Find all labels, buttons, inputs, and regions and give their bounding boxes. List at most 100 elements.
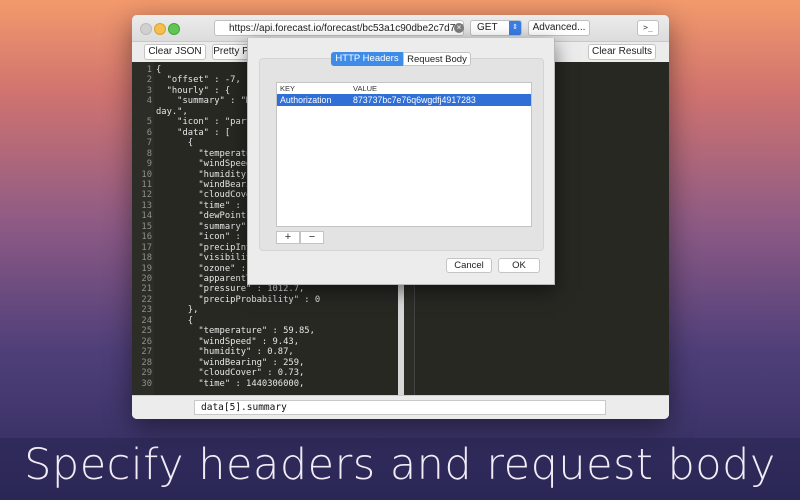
line-text: }, <box>156 305 199 316</box>
line-number: 10 <box>141 169 152 180</box>
line-number: 25 <box>141 326 152 337</box>
line-number: 15 <box>141 221 152 232</box>
line-number: 17 <box>141 242 152 253</box>
line-text: "offset" : -7, <box>156 75 241 86</box>
code-line: 22 "precipProbability" : 0 <box>132 295 398 305</box>
line-text: "humidity" : 0.87, <box>156 347 294 358</box>
headers-sheet: KEY VALUE Authorization 873737bc7e76q6wg… <box>247 38 555 285</box>
chevron-updown-icon: ⇕ <box>509 21 521 35</box>
line-text: "summary" <box>156 221 247 232</box>
terminal-button[interactable]: >_ <box>637 20 659 36</box>
line-text: "ozone" : <box>156 263 247 274</box>
line-number: 20 <box>141 274 152 284</box>
line-number: 21 <box>141 284 152 295</box>
pretty-print-button[interactable]: Pretty P <box>212 44 250 60</box>
code-line: 29 "cloudCover" : 0.73, <box>132 368 398 378</box>
sheet-panel: KEY VALUE Authorization 873737bc7e76q6wg… <box>259 58 544 251</box>
col-value: VALUE <box>353 84 378 93</box>
line-number: 27 <box>141 347 152 358</box>
line-number: 28 <box>141 357 152 368</box>
line-number: 14 <box>141 211 152 222</box>
line-text: "time" : 1 <box>156 200 252 211</box>
line-number: 7 <box>146 138 152 149</box>
code-line: 24 { <box>132 316 398 326</box>
line-text: "cloudCove <box>156 190 252 201</box>
row-value[interactable]: 873737bc7e76q6wgdfj4917283 <box>353 94 476 106</box>
cancel-button[interactable]: Cancel <box>446 258 492 273</box>
method-value: GET <box>477 22 498 33</box>
tagline: Specify headers and request body <box>24 440 776 490</box>
line-number: 22 <box>141 294 152 305</box>
line-number: 3 <box>146 85 152 96</box>
line-number: 29 <box>141 368 152 379</box>
line-number: 2 <box>146 75 152 86</box>
line-text: "precipProbability" : 0 <box>156 294 321 305</box>
line-number: 30 <box>141 378 152 389</box>
query-input[interactable]: data[5].summary <box>194 400 606 415</box>
clear-url-icon[interactable]: × <box>454 23 464 33</box>
line-number: 5 <box>146 117 152 128</box>
tab-http-headers[interactable]: HTTP Headers <box>331 52 403 66</box>
line-number: 26 <box>141 336 152 347</box>
line-text: { <box>156 315 194 326</box>
headers-table[interactable]: KEY VALUE Authorization 873737bc7e76q6wg… <box>276 82 532 227</box>
line-number: 9 <box>146 159 152 170</box>
minimize-window-button[interactable] <box>154 23 166 35</box>
clear-results-button[interactable]: Clear Results <box>588 44 656 60</box>
line-text: "precipInt <box>156 242 252 253</box>
line-text: { <box>156 138 194 149</box>
code-line: 26 "windSpeed" : 9.43, <box>132 337 398 347</box>
code-line: 23 }, <box>132 305 398 315</box>
method-select[interactable]: GET ⇕ <box>470 20 522 36</box>
line-number: 13 <box>141 200 152 211</box>
row-key[interactable]: Authorization <box>280 94 331 106</box>
line-number: 16 <box>141 232 152 243</box>
advanced-button[interactable]: Advanced... <box>528 20 590 36</box>
line-text: "pressure" : 1012.7, <box>156 284 305 295</box>
ok-button[interactable]: OK <box>498 258 540 273</box>
line-number: 24 <box>141 315 152 326</box>
line-text: "temperatu <box>156 148 252 159</box>
remove-row-button[interactable]: − <box>300 231 324 244</box>
line-number: 19 <box>141 263 152 274</box>
code-line: 28 "windBearing" : 259, <box>132 358 398 368</box>
line-text: "icon" : "part <box>156 117 252 128</box>
line-text: "apparentT <box>156 274 252 284</box>
line-text: "temperature" : 59.85, <box>156 326 315 337</box>
line-text: "icon" : " <box>156 232 252 243</box>
line-text: "windSpeed <box>156 159 252 170</box>
code-line: 30 "time" : 1440306000, <box>132 379 398 389</box>
clear-json-button[interactable]: Clear JSON <box>144 44 206 60</box>
line-number: 12 <box>141 190 152 201</box>
line-text: "time" : 1440306000, <box>156 378 305 389</box>
code-line: 27 "humidity" : 0.87, <box>132 347 398 357</box>
line-text: { <box>156 65 162 75</box>
close-window-button[interactable] <box>140 23 152 35</box>
line-number: 6 <box>146 127 152 138</box>
line-text: "windBearing" : 259, <box>156 357 305 368</box>
line-text: "cloudCover" : 0.73, <box>156 368 305 379</box>
line-text: day.", <box>156 106 188 117</box>
url-input[interactable]: https://api.forecast.io/forecast/bc53a1c… <box>214 20 464 36</box>
col-key: KEY <box>280 84 296 93</box>
line-text: "humidity" <box>156 169 252 180</box>
line-text: "hourly" : { <box>156 85 231 96</box>
line-number: 23 <box>141 305 152 316</box>
line-text: "windBeari <box>156 179 252 190</box>
line-text: "data" : [ <box>156 127 231 138</box>
line-number: 1 <box>146 65 152 75</box>
line-number: 4 <box>146 96 152 107</box>
table-row[interactable]: Authorization 873737bc7e76q6wgdfj4917283 <box>277 94 531 106</box>
line-text: "windSpeed" : 9.43, <box>156 336 299 347</box>
line-text: "dewPoint" <box>156 211 252 222</box>
line-number: 18 <box>141 253 152 264</box>
line-text: "visibilit <box>156 253 252 264</box>
code-line: 21 "pressure" : 1012.7, <box>132 284 398 294</box>
footer: data[5].summary <box>132 395 669 419</box>
code-line: 25 "temperature" : 59.85, <box>132 326 398 336</box>
tab-request-body[interactable]: Request Body <box>403 52 471 66</box>
line-number: 8 <box>146 148 152 159</box>
add-row-button[interactable]: + <box>276 231 300 244</box>
line-text: "summary" : "M <box>156 96 252 107</box>
zoom-window-button[interactable] <box>168 23 180 35</box>
